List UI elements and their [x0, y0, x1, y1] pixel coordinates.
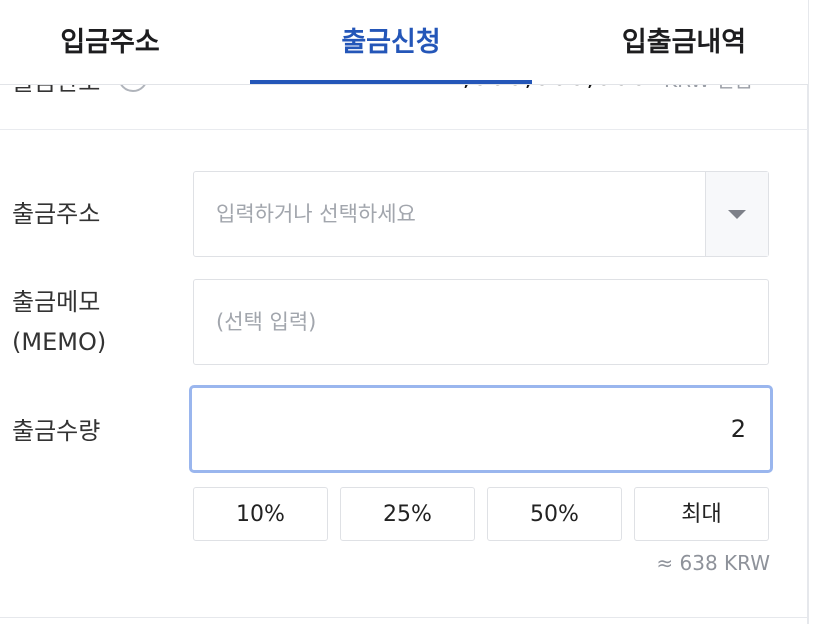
chevron-down-icon: [728, 210, 746, 219]
tab-withdraw-request[interactable]: 출금신청: [250, 0, 532, 84]
tab-bar: 입금주소 출금신청 입출금내역: [0, 0, 808, 85]
withdraw-limit-label: 출금한도: [12, 84, 100, 97]
address-combobox: [193, 171, 769, 257]
percent-10-button[interactable]: 10%: [193, 487, 328, 541]
tab-deposit-address[interactable]: 입금주소: [0, 0, 220, 84]
active-tab-indicator: [250, 80, 532, 84]
address-label: 출금주소: [12, 200, 101, 228]
percent-25-button[interactable]: 25%: [340, 487, 475, 541]
memo-label-line1: 출금메모: [12, 288, 101, 316]
percent-50-button[interactable]: 50%: [487, 487, 622, 541]
withdraw-limit-unit: KRW 잔금: [664, 84, 753, 93]
approx-krw-value: ≈ 638 KRW: [656, 551, 770, 575]
address-dropdown-button[interactable]: [705, 172, 768, 256]
withdraw-limit-row: 출금한도 ? 1,000,000,000 KRW 잔금: [0, 84, 808, 130]
amount-field: [189, 385, 773, 473]
max-button[interactable]: 최대: [634, 487, 769, 541]
tab-history[interactable]: 입출금내역: [560, 0, 808, 84]
memo-label-line2: (MEMO): [12, 328, 107, 356]
memo-label: 출금메모 (MEMO): [12, 282, 106, 362]
address-input[interactable]: [194, 172, 708, 256]
withdraw-limit-amount: 1,000,000,000: [445, 84, 648, 92]
amount-input[interactable]: [192, 388, 770, 470]
memo-input[interactable]: [194, 280, 768, 364]
amount-label: 출금수량: [12, 417, 101, 445]
help-circle-icon[interactable]: ?: [118, 84, 148, 92]
bottom-divider: [0, 617, 808, 618]
memo-field: [193, 279, 769, 365]
